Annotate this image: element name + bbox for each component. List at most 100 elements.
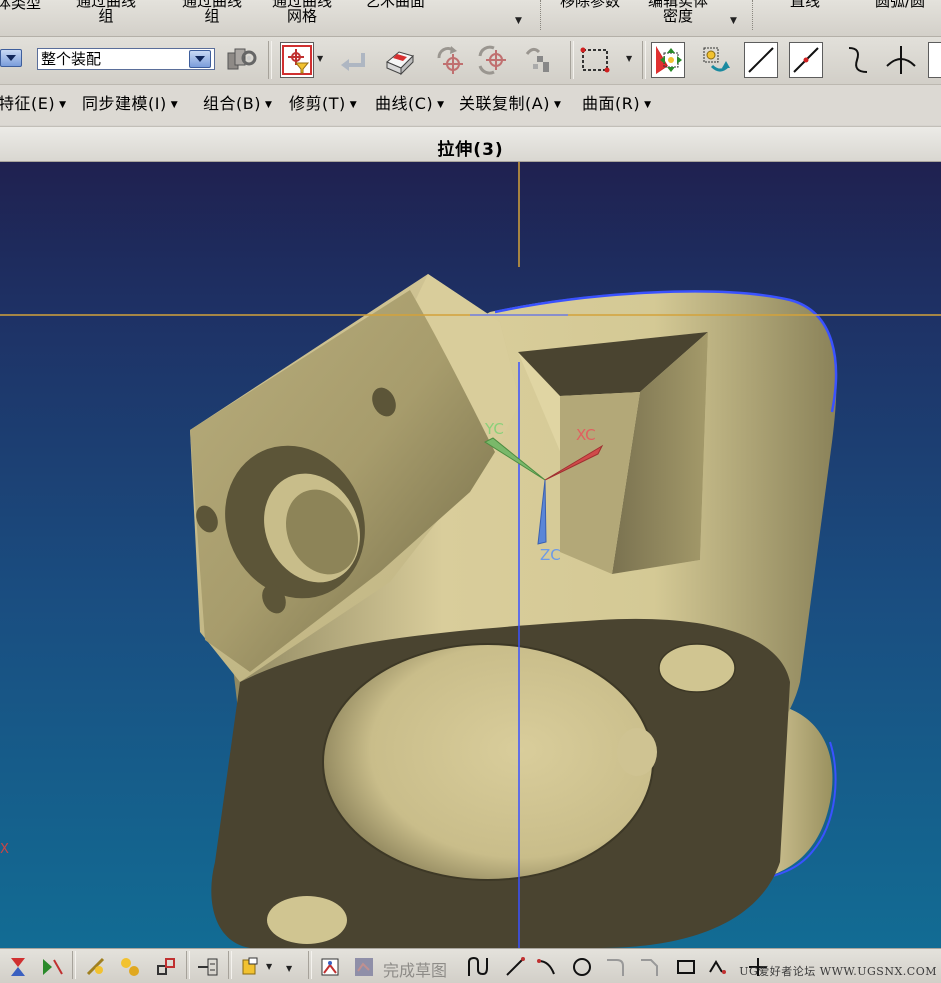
toolbar-separator: [268, 41, 272, 79]
sketch-orient-icon[interactable]: [318, 955, 342, 979]
filter-dropdown-icon[interactable]: [280, 42, 314, 78]
ribbon-item-studio-surface[interactable]: 艺术曲面: [355, 0, 435, 9]
toolbar-separator: [570, 41, 574, 79]
ribbon-item-through-curve-mesh[interactable]: 通过曲线 网格: [262, 0, 342, 24]
rectangle-icon[interactable]: [674, 955, 698, 979]
line-icon[interactable]: [744, 42, 778, 78]
menu-label: 关联复制(A): [459, 94, 550, 113]
ribbon-item-through-curves-2[interactable]: 通过曲线 组: [172, 0, 252, 24]
toolbar-separator: [308, 951, 312, 979]
sketch-tree-icon[interactable]: [196, 955, 220, 979]
menu-label: 同步建模(I): [82, 94, 167, 113]
ribbon-item-body-type[interactable]: 体类型: [0, 0, 41, 11]
filter-dropdown-arrow[interactable]: ▼: [317, 54, 323, 63]
feature-menubar: 特征(E) ▼ 同步建模(I) ▼ 组合(B) ▼ 修剪(T) ▼ 曲线(C) ▼ 关联复…: [0, 85, 941, 125]
ribbon-item-arc-circle[interactable]: 圆弧/圆: [875, 0, 941, 9]
rotate-point-icon[interactable]: [432, 43, 466, 77]
ribbon-item-label-2: 密度: [662, 7, 693, 25]
line-point-icon[interactable]: [789, 42, 823, 78]
ribbon-item-label-2: 网格: [286, 7, 317, 25]
ribbon-item-label: 艺术曲面: [364, 0, 425, 10]
menu-label: 曲线(C): [375, 94, 434, 113]
dimension-icon[interactable]: [84, 955, 108, 979]
chevron-down-icon[interactable]: [189, 50, 211, 68]
move-point-icon[interactable]: [476, 43, 510, 77]
undo-arrow-icon[interactable]: [335, 43, 369, 77]
transform-icon[interactable]: [698, 43, 732, 77]
ribbon-item-label: 体类型: [0, 0, 42, 12]
ribbon-item-label-2: 组: [204, 7, 220, 25]
finish-sketch-label[interactable]: 完成草图: [383, 957, 447, 981]
selection-scope-select[interactable]: 整个装配: [37, 48, 215, 70]
ribbon-item-label: 移除参数: [559, 0, 620, 10]
line-icon[interactable]: [503, 955, 527, 979]
menu-curve[interactable]: 曲线(C) ▼: [375, 94, 445, 115]
ribbon-item-edit-solid-density[interactable]: 编辑实体 密度: [638, 0, 718, 24]
caret-down-icon: ▼: [644, 100, 652, 110]
menu-label: 组合(B): [203, 94, 261, 113]
auto-constrain-icon[interactable]: [40, 955, 64, 979]
ribbon-more-arrow[interactable]: ▼: [515, 16, 522, 26]
fillet-icon[interactable]: [604, 955, 628, 979]
chamfer-icon[interactable]: [638, 955, 662, 979]
ribbon-item-line[interactable]: 直线: [770, 0, 840, 9]
yc-axis-label: YC: [485, 420, 504, 438]
selection-toolbar: 整个装配 ▼ ▼: [0, 37, 941, 85]
curve-icon[interactable]: [840, 43, 874, 77]
toolbar-separator: [228, 951, 232, 979]
sketch-more-dropdown[interactable]: ▼: [286, 964, 292, 973]
caret-down-icon: ▼: [170, 100, 179, 110]
window-title: 拉伸(3): [437, 140, 504, 160]
chevron-down-icon[interactable]: [0, 49, 22, 67]
ribbon-item-through-curves-1[interactable]: 通过曲线 组: [66, 0, 146, 24]
perpendicular-icon[interactable]: [884, 43, 918, 77]
forum-watermark: UG爱好者论坛 WWW.UGSNX.COM: [739, 965, 937, 978]
menu-label: 修剪(T): [289, 94, 346, 113]
menu-feature[interactable]: 特征(E) ▼: [0, 94, 67, 115]
ribbon-item-label: 直线: [789, 0, 820, 10]
toolbar-separator: [186, 951, 190, 979]
selection-scope-value: 整个装配: [41, 50, 102, 68]
assembly-selection-icon[interactable]: [224, 43, 258, 77]
show-constraints-icon[interactable]: [118, 955, 142, 979]
menu-label: 特征(E): [0, 94, 56, 113]
caret-down-icon: ▼: [349, 100, 358, 110]
part-model: [0, 162, 941, 948]
toolbar-separator: [72, 951, 76, 979]
menu-synchronous-modeling[interactable]: 同步建模(I) ▼: [82, 94, 178, 115]
sketch-style-icon[interactable]: [238, 955, 262, 979]
rectangle-select-icon[interactable]: [578, 43, 612, 77]
xc-axis-label: XC: [576, 426, 596, 444]
select-all-icon[interactable]: [651, 42, 685, 78]
graphics-viewport[interactable]: YC XC ZC X: [0, 162, 941, 948]
toolbar-separator: [642, 41, 646, 79]
polygon-icon[interactable]: [706, 955, 730, 979]
caret-down-icon: ▼: [264, 100, 273, 110]
graphics-window-titlebar: 拉伸(3): [0, 126, 941, 162]
ribbon-item-remove-parameters[interactable]: 移除参数: [550, 0, 630, 9]
arc-icon[interactable]: [928, 42, 941, 78]
type-filter-select[interactable]: [0, 48, 26, 70]
relations-icon[interactable]: [154, 955, 178, 979]
arc-icon[interactable]: [535, 955, 559, 979]
sketch-toolbar: ▼ ▼ 完成草图 UG爱好者论坛 WWW.UGSNX.COM: [0, 948, 941, 983]
menu-associative-copy[interactable]: 关联复制(A) ▼: [459, 94, 561, 115]
profile-icon[interactable]: [466, 955, 490, 979]
point-cloud-icon[interactable]: [522, 43, 556, 77]
menu-surface[interactable]: 曲面(R) ▼: [582, 94, 652, 115]
ribbon-item-label-2: 组: [98, 7, 114, 25]
caret-down-icon: ▼: [59, 100, 67, 110]
finish-sketch-icon[interactable]: [352, 955, 376, 979]
ribbon-more-arrow[interactable]: ▼: [730, 16, 737, 26]
constraints-icon[interactable]: [6, 955, 30, 979]
sketch-style-dropdown[interactable]: ▼: [266, 962, 272, 971]
view-section-icon[interactable]: [383, 43, 417, 77]
circle-icon[interactable]: [570, 955, 594, 979]
caret-down-icon: ▼: [553, 100, 562, 110]
ribbon-item-label: 圆弧/圆: [875, 0, 926, 10]
rectangle-select-dropdown[interactable]: ▼: [626, 54, 632, 63]
ribbon-bar: 体类型 通过曲线 组 通过曲线 组 通过曲线 网格 艺术曲面 ▼ 移除参数 编辑…: [0, 0, 941, 37]
menu-trim[interactable]: 修剪(T) ▼: [289, 94, 357, 115]
menu-combine[interactable]: 组合(B) ▼: [203, 94, 272, 115]
caret-down-icon: ▼: [437, 100, 445, 110]
